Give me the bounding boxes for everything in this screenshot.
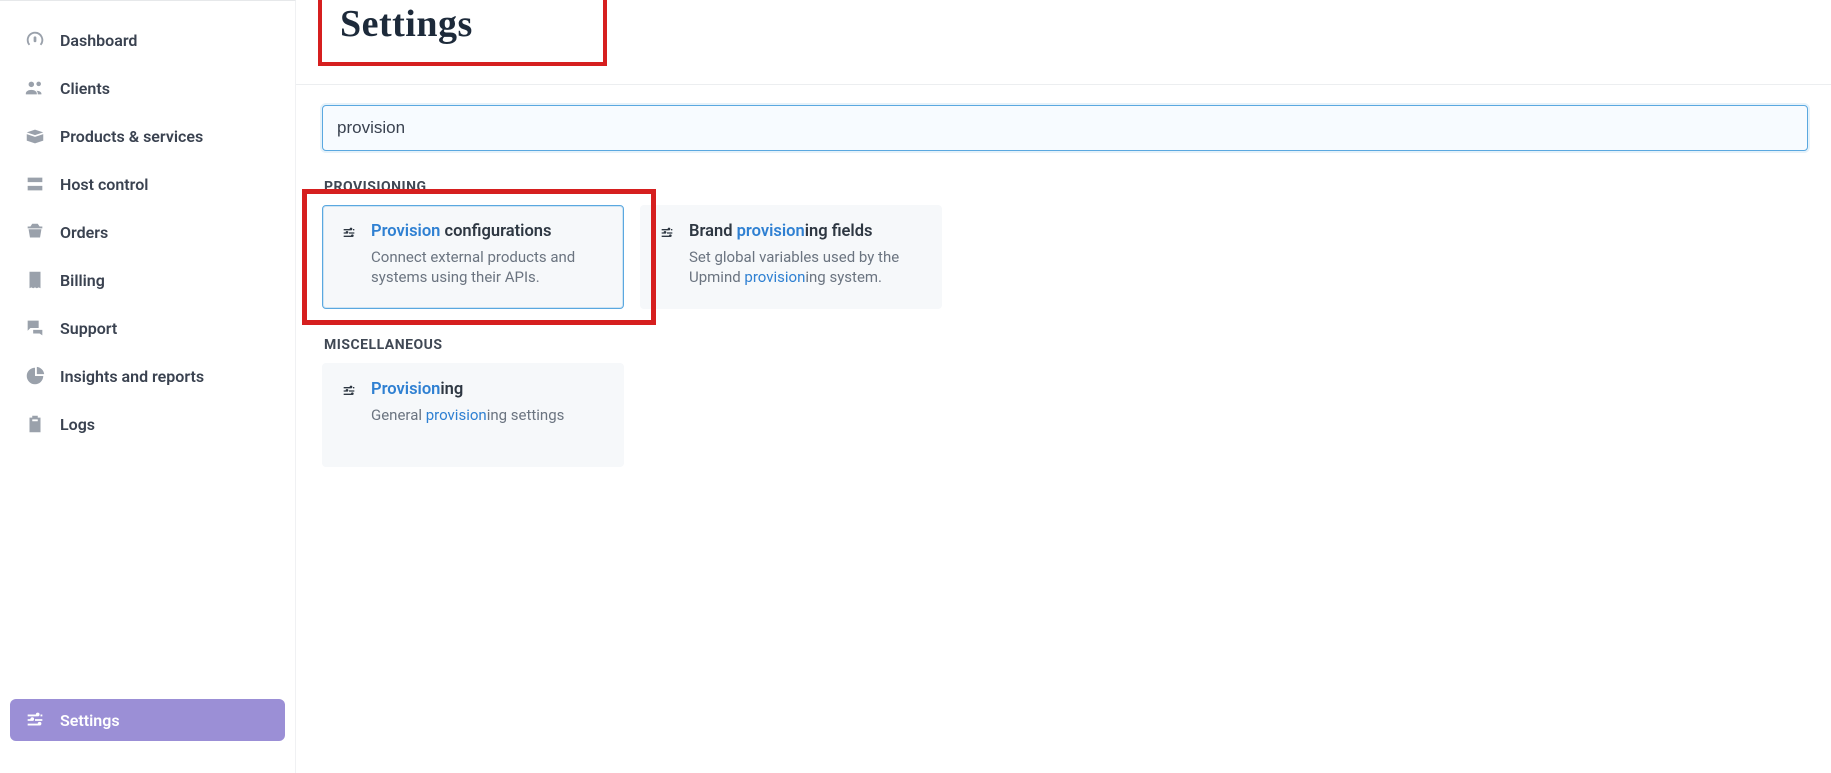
- sidebar-item-label: Host control: [60, 175, 148, 194]
- sidebar-item-label: Clients: [60, 79, 110, 98]
- card-brand-provisioning-fields[interactable]: Brand provisioning fields Set global var…: [640, 205, 942, 309]
- settings-search-input[interactable]: [322, 105, 1808, 151]
- main-content: Settings PROVISIONING Provision configur…: [296, 0, 1831, 773]
- sidebar-nav: Dashboard Clients Products & services Ho…: [10, 19, 285, 699]
- sidebar: Dashboard Clients Products & services Ho…: [0, 0, 296, 773]
- page-title: Settings: [340, 2, 473, 46]
- sliders-icon: [24, 709, 46, 731]
- settings-content: PROVISIONING Provision configurations Co…: [296, 85, 1831, 507]
- sidebar-item-label: Settings: [60, 711, 120, 730]
- card-description: Set global variables used by the Upmind …: [689, 247, 923, 288]
- sidebar-item-label: Support: [60, 319, 117, 338]
- card-description: General provisioning settings: [371, 405, 564, 425]
- server-icon: [24, 173, 46, 195]
- card-body: Provisioning General provisioning settin…: [371, 380, 564, 450]
- gauge-icon: [24, 29, 46, 51]
- users-icon: [24, 77, 46, 99]
- sidebar-item-label: Logs: [60, 415, 95, 434]
- sidebar-item-label: Billing: [60, 271, 105, 290]
- card-body: Provision configurations Connect externa…: [371, 222, 605, 292]
- sidebar-item-clients[interactable]: Clients: [10, 67, 285, 109]
- annotation-box-title: Settings: [318, 0, 607, 66]
- sidebar-item-support[interactable]: Support: [10, 307, 285, 349]
- highlight-text: Provision: [371, 222, 440, 241]
- card-description: Connect external products and systems us…: [371, 247, 605, 288]
- card-provision-configurations[interactable]: Provision configurations Connect externa…: [322, 205, 624, 309]
- annotation-box-provision-card: Provision configurations Connect externa…: [322, 205, 624, 309]
- sidebar-item-label: Products & services: [60, 127, 203, 146]
- page-title-wrap: Settings: [296, 0, 1831, 84]
- sidebar-item-label: Insights and reports: [60, 367, 204, 386]
- basket-icon: [24, 221, 46, 243]
- sidebar-item-label: Orders: [60, 223, 108, 242]
- app-shell: Dashboard Clients Products & services Ho…: [0, 0, 1831, 773]
- card-title: Provision configurations: [371, 222, 605, 241]
- card-row-provisioning: Provision configurations Connect externa…: [322, 205, 1831, 309]
- card-title: Provisioning: [371, 380, 564, 399]
- card-title: Brand provisioning fields: [689, 222, 923, 241]
- sidebar-item-settings[interactable]: Settings: [10, 699, 285, 741]
- card-provisioning-general[interactable]: Provisioning General provisioning settin…: [322, 363, 624, 467]
- card-body: Brand provisioning fields Set global var…: [689, 222, 923, 292]
- clipboard-icon: [24, 413, 46, 435]
- card-row-misc: Provisioning General provisioning settin…: [322, 363, 1831, 467]
- sliders-icon: [341, 380, 359, 450]
- sidebar-item-insights-reports[interactable]: Insights and reports: [10, 355, 285, 397]
- chat-icon: [24, 317, 46, 339]
- highlight-text: provision: [737, 222, 805, 241]
- receipt-icon: [24, 269, 46, 291]
- box-open-icon: [24, 125, 46, 147]
- sidebar-item-label: Dashboard: [60, 31, 137, 50]
- section-header-provisioning: PROVISIONING: [324, 179, 1831, 195]
- sidebar-item-dashboard[interactable]: Dashboard: [10, 19, 285, 61]
- sidebar-footer: Settings: [10, 699, 285, 753]
- sidebar-item-billing[interactable]: Billing: [10, 259, 285, 301]
- sidebar-item-products-services[interactable]: Products & services: [10, 115, 285, 157]
- sidebar-item-logs[interactable]: Logs: [10, 403, 285, 445]
- sliders-icon: [659, 222, 677, 292]
- sidebar-item-orders[interactable]: Orders: [10, 211, 285, 253]
- highlight-text: provision: [744, 268, 805, 286]
- sliders-icon: [341, 222, 359, 292]
- sidebar-item-host-control[interactable]: Host control: [10, 163, 285, 205]
- section-header-miscellaneous: MISCELLANEOUS: [324, 337, 1831, 353]
- pie-chart-icon: [24, 365, 46, 387]
- highlight-text: Provision: [371, 380, 440, 399]
- highlight-text: provision: [426, 406, 487, 424]
